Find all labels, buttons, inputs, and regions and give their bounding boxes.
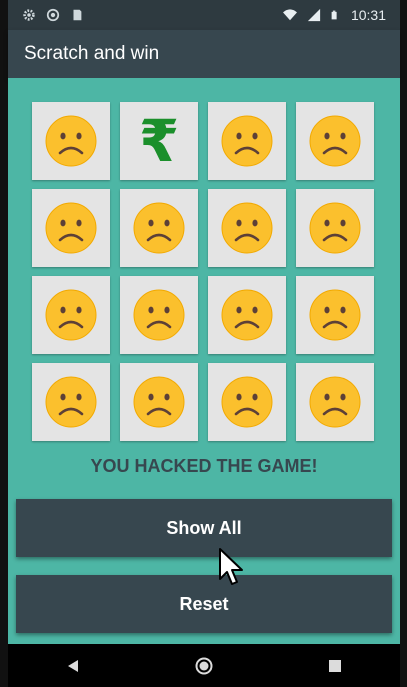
wifi-icon [282, 9, 297, 21]
sad-face-icon [133, 202, 185, 254]
circle-icon [46, 8, 60, 22]
home-icon [195, 657, 213, 674]
device-frame: 10:31 Scratch and win ₹ YOU HACKED THE G… [0, 0, 407, 687]
scratch-tile[interactable] [32, 102, 110, 180]
scratch-tile[interactable] [208, 276, 286, 354]
scratch-tile[interactable] [120, 276, 198, 354]
scratch-tile[interactable] [208, 363, 286, 441]
game-content: ₹ YOU HACKED THE GAME! Show All Reset [8, 78, 400, 644]
sad-face-icon [309, 376, 361, 428]
scratch-grid: ₹ [32, 102, 374, 441]
scratch-tile[interactable] [208, 102, 286, 180]
sad-face-icon [309, 289, 361, 341]
scratch-tile[interactable] [296, 102, 374, 180]
scratch-tile[interactable] [120, 189, 198, 267]
scratch-tile[interactable]: ₹ [120, 102, 198, 180]
scratch-tile[interactable] [296, 276, 374, 354]
sad-face-icon [45, 376, 97, 428]
scratch-tile[interactable] [208, 189, 286, 267]
navigation-bar [8, 644, 400, 687]
sad-face-icon [221, 202, 273, 254]
status-bar: 10:31 [8, 0, 400, 30]
sad-face-icon [221, 376, 273, 428]
back-button[interactable] [61, 654, 85, 678]
sad-face-icon [221, 115, 273, 167]
scratch-tile[interactable] [32, 189, 110, 267]
reset-button[interactable]: Reset [16, 575, 392, 633]
status-time: 10:31 [350, 7, 386, 23]
sd-card-icon [73, 9, 82, 21]
scratch-tile[interactable] [32, 363, 110, 441]
scratch-tile[interactable] [120, 363, 198, 441]
show-all-button[interactable]: Show All [16, 499, 392, 557]
home-button[interactable] [192, 654, 216, 678]
app-bar: Scratch and win [8, 30, 400, 78]
sad-face-icon [309, 202, 361, 254]
app-title: Scratch and win [24, 43, 160, 64]
battery-icon [331, 10, 337, 20]
sad-face-icon [309, 115, 361, 167]
rupee-icon: ₹ [138, 107, 180, 175]
sad-face-icon [133, 289, 185, 341]
scratch-tile[interactable] [296, 363, 374, 441]
sad-face-icon [221, 289, 273, 341]
recents-button[interactable] [323, 654, 347, 678]
result-message: YOU HACKED THE GAME! [90, 456, 318, 476]
gear-icon [23, 9, 35, 21]
recents-icon [328, 659, 341, 672]
sad-face-icon [45, 202, 97, 254]
back-icon [68, 659, 79, 672]
sad-face-icon [45, 289, 97, 341]
status-bar-right: 10:31 [282, 7, 386, 23]
scratch-tile[interactable] [296, 189, 374, 267]
status-bar-left [22, 8, 84, 22]
sad-face-icon [45, 115, 97, 167]
scratch-tile[interactable] [32, 276, 110, 354]
sad-face-icon [133, 376, 185, 428]
signal-icon [307, 8, 321, 22]
